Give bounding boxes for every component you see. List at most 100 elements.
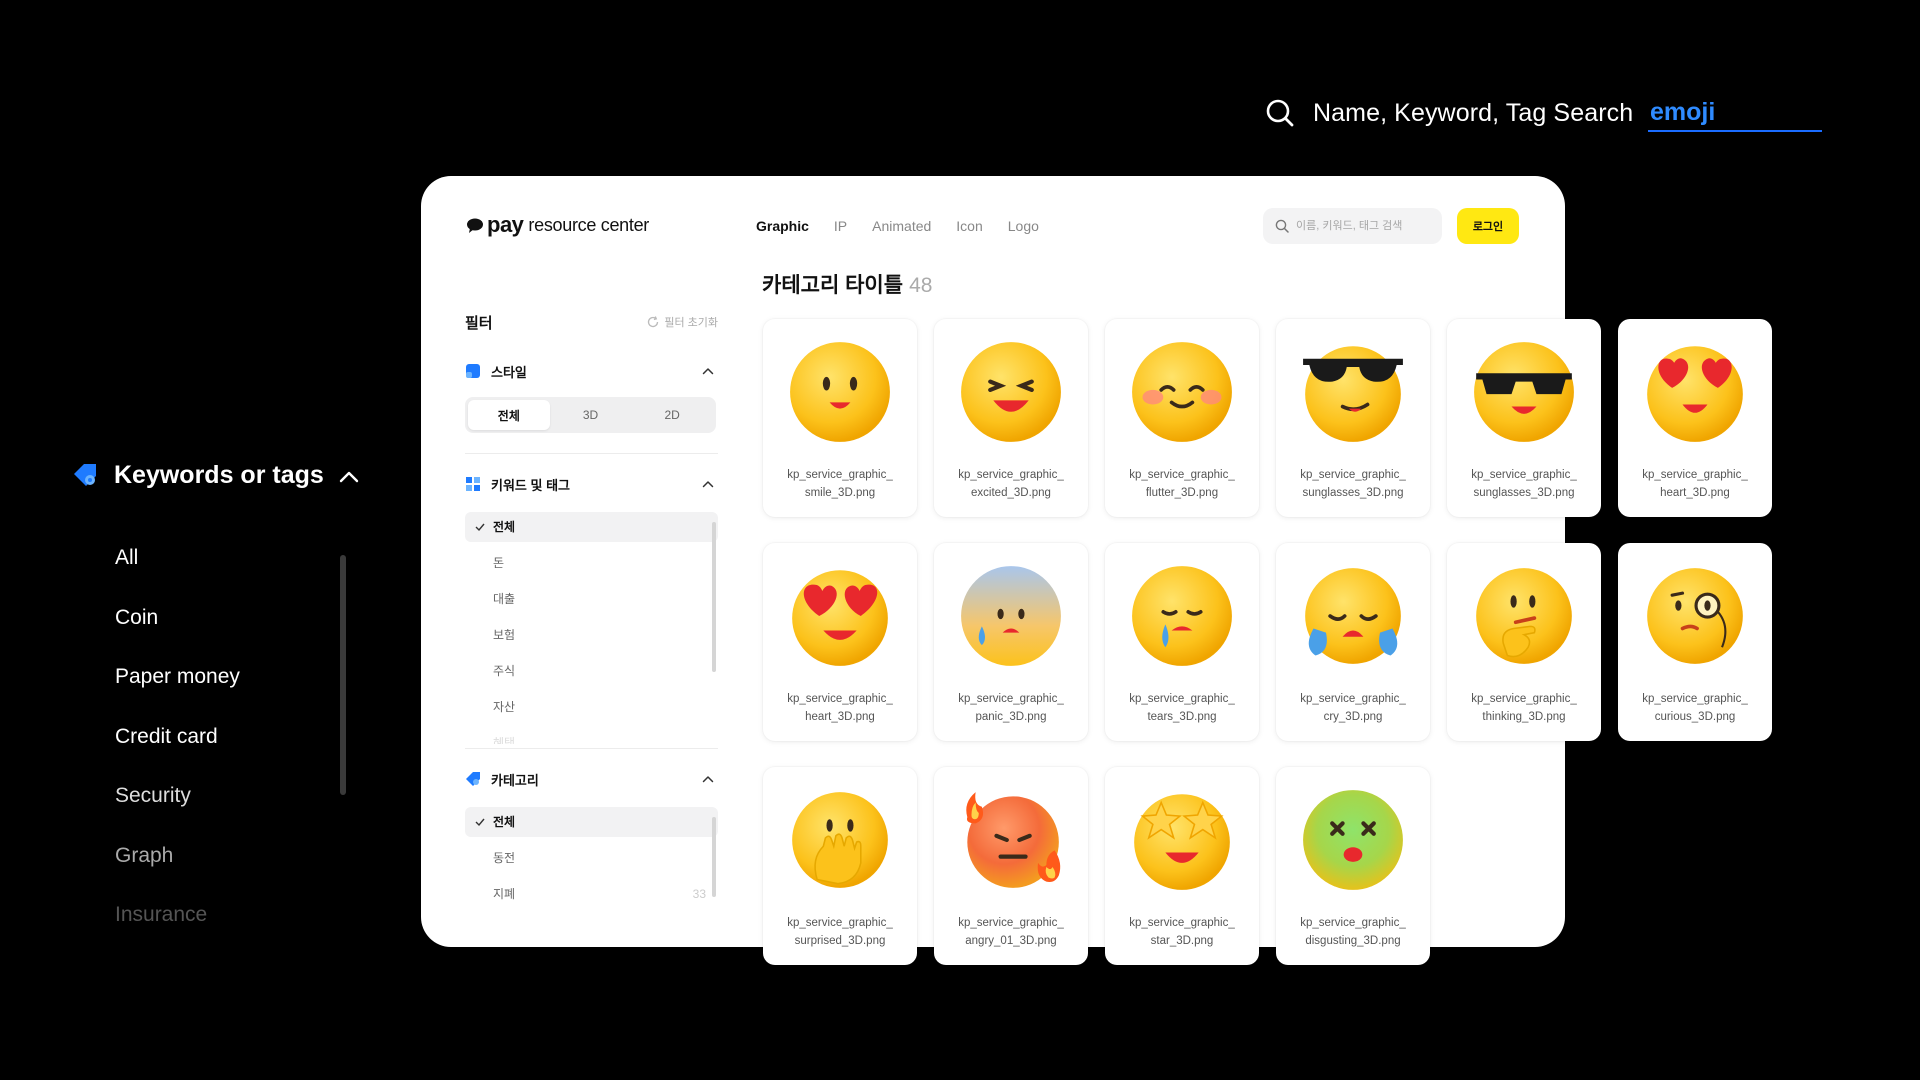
category-option-count: 33 [692, 887, 706, 901]
heart-eyes-emoji-icon [792, 570, 888, 666]
file-name: kp_service_graphic_ angry_01_3D.png [958, 917, 1064, 947]
emoji-card[interactable]: kp_service_graphic_ disgusting_3D.png [1276, 767, 1430, 965]
file-name: kp_service_graphic_ sunglasses_3D.png [1471, 469, 1577, 499]
smile-emoji-icon [790, 342, 890, 442]
emoji-card[interactable]: kp_service_graphic_ smile_3D.png [763, 319, 917, 517]
keyword-option[interactable]: 보험 [465, 620, 718, 656]
header-search-input[interactable] [1296, 220, 1436, 232]
tab-animated[interactable]: Animated [872, 218, 931, 234]
emoji-card[interactable]: kp_service_graphic_ cry_3D.png [1276, 543, 1430, 741]
emoji-card[interactable]: kp_service_graphic_ curious_3D.png [1618, 543, 1772, 741]
emoji-card[interactable]: kp_service_graphic_ angry_01_3D.png [934, 767, 1088, 965]
file-name: kp_service_graphic_ disgusting_3D.png [1300, 917, 1406, 947]
tab-icon[interactable]: Icon [956, 218, 982, 234]
category-option[interactable]: 전체 [465, 807, 718, 837]
chevron-up-icon[interactable] [702, 365, 714, 377]
login-button[interactable]: 로그인 [1457, 208, 1519, 244]
tab-graphic[interactable]: Graphic [756, 218, 809, 234]
keyword-option[interactable]: 주식 [465, 656, 718, 692]
file-name: kp_service_graphic_ cry_3D.png [1300, 693, 1406, 723]
logo-pay: pay [487, 212, 524, 237]
header-search[interactable] [1263, 208, 1442, 244]
style-section-header[interactable]: 스타일 [465, 359, 718, 383]
emoji-card[interactable]: kp_service_graphic_ tears_3D.png [1105, 543, 1259, 741]
flutter-emoji-icon [1132, 342, 1232, 442]
keyword-option[interactable]: 혜택 [465, 728, 718, 744]
filter-reset-label: 필터 초기화 [664, 317, 718, 329]
excited-emoji-icon [961, 342, 1061, 442]
disgusting-emoji-icon [1303, 790, 1403, 890]
emoji-card[interactable]: kp_service_graphic_ panic_3D.png [934, 543, 1088, 741]
keyword-item-all[interactable]: All [115, 540, 240, 600]
search-icon [1275, 219, 1289, 233]
divider [465, 453, 718, 454]
emoji-card[interactable]: kp_service_graphic_ flutter_3D.png [1105, 319, 1259, 517]
emoji-card[interactable]: kp_service_graphic_ excited_3D.png [934, 319, 1088, 517]
refresh-icon [648, 316, 659, 328]
keyword-item-credit-card[interactable]: Credit card [115, 719, 240, 779]
big-search[interactable]: Name, Keyword, Tag Search [1265, 98, 1633, 128]
big-search-label: Name, Keyword, Tag Search [1313, 98, 1634, 127]
chevron-up-icon[interactable] [702, 478, 714, 490]
emoji-card[interactable]: kp_service_graphic_ sunglasses_3D.png [1276, 319, 1430, 517]
logo[interactable]: pay resource center [466, 212, 649, 238]
category-option[interactable]: 동전 [465, 843, 718, 879]
keywords-list: All Coin Paper money Credit card Securit… [115, 540, 240, 957]
angry-emoji-icon [966, 792, 1061, 888]
category-count: 48 [909, 274, 933, 297]
style-option-3d[interactable]: 3D [550, 400, 632, 430]
emoji-card[interactable]: kp_service_graphic_ star_3D.png [1105, 767, 1259, 965]
file-name: kp_service_graphic_ tears_3D.png [1129, 693, 1235, 723]
divider [465, 748, 718, 749]
category-list: 전체 동전 지폐 33 [465, 807, 718, 905]
emoji-card[interactable]: kp_service_graphic_ thinking_3D.png [1447, 543, 1601, 741]
keywords-list: 전체 돈 대출 보험 주식 자산 혜택 [465, 512, 718, 744]
tag-icon [466, 772, 480, 786]
style-option-all[interactable]: 전체 [468, 400, 550, 430]
dark-sidebar: Keywords or tags All Coin Paper money Cr… [70, 460, 360, 980]
keywords-scrollbar[interactable] [712, 522, 716, 672]
keyword-item-paper-money[interactable]: Paper money [115, 659, 240, 719]
emoji-card[interactable]: kp_service_graphic_ heart_3D.png [763, 543, 917, 741]
file-name: kp_service_graphic_ surprised_3D.png [787, 917, 893, 947]
keyword-item-graph[interactable]: Graph [115, 838, 240, 898]
cry-emoji-icon [1305, 568, 1401, 664]
tab-logo[interactable]: Logo [1008, 218, 1039, 234]
filter-reset-button[interactable]: 필터 초기화 [646, 314, 718, 330]
style-section-title: 스타일 [491, 364, 527, 380]
keyword-option[interactable]: 대출 [465, 584, 718, 620]
style-toggle: 전체 3D 2D [465, 397, 716, 433]
keyword-item-security[interactable]: Security [115, 778, 240, 838]
surprised-emoji-icon [792, 792, 888, 888]
emoji-card[interactable]: kp_service_graphic_ sunglasses_3D.png [1447, 319, 1601, 517]
keywords-section-header[interactable]: 키워드 및 태그 [465, 472, 718, 496]
keyword-item-coin[interactable]: Coin [115, 600, 240, 660]
emoji-card[interactable]: kp_service_graphic_ surprised_3D.png [763, 767, 917, 965]
speech-bubble-icon [467, 218, 483, 233]
category-title-text: 카테고리 타이틀 [762, 274, 904, 297]
file-name: kp_service_graphic_ excited_3D.png [958, 469, 1064, 499]
sunglasses-emoji-icon [1303, 346, 1403, 442]
keyword-option[interactable]: 돈 [465, 548, 718, 584]
tears-emoji-icon [1132, 566, 1232, 666]
keyword-item-insurance[interactable]: Insurance [115, 897, 240, 957]
category-title: 카테고리 타이틀 48 [762, 269, 932, 299]
big-search-input[interactable]: emoji [1648, 98, 1822, 132]
keyword-option[interactable]: 전체 [465, 512, 718, 542]
file-name: kp_service_graphic_ curious_3D.png [1642, 693, 1748, 723]
file-name: kp_service_graphic_ thinking_3D.png [1471, 693, 1577, 723]
chevron-up-icon[interactable] [702, 773, 714, 785]
emoji-card[interactable]: kp_service_graphic_ heart_3D.png [1618, 319, 1772, 517]
chevron-up-icon[interactable] [338, 466, 360, 488]
category-scrollbar[interactable] [712, 817, 716, 897]
category-section-header[interactable]: 카테고리 [465, 767, 718, 791]
style-option-2d[interactable]: 2D [631, 400, 713, 430]
thinking-emoji-icon [1476, 568, 1572, 664]
dark-scrollbar[interactable] [340, 555, 346, 795]
keywords-header[interactable]: Keywords or tags [70, 460, 360, 490]
main-nav: Graphic IP Animated Icon Logo [756, 218, 1064, 234]
file-name: kp_service_graphic_ flutter_3D.png [1129, 469, 1235, 499]
category-option[interactable]: 지폐 33 [465, 879, 718, 905]
tab-ip[interactable]: IP [834, 218, 847, 234]
keyword-option[interactable]: 자산 [465, 692, 718, 728]
